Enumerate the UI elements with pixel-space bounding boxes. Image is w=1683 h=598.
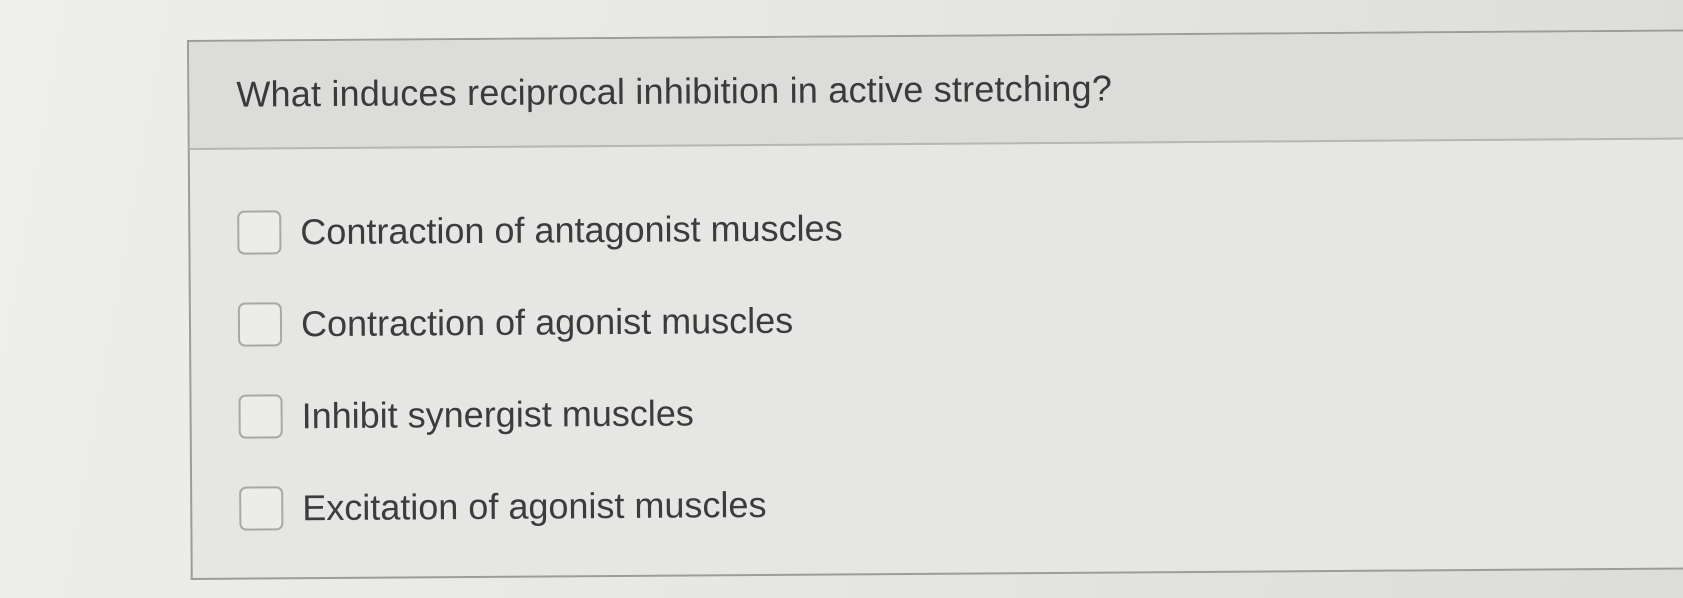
checkbox[interactable] [237, 210, 282, 255]
question-card: What induces reciprocal inhibition in ac… [187, 29, 1683, 580]
checkbox[interactable] [239, 486, 284, 531]
checkbox[interactable] [237, 302, 283, 347]
answer-option-4[interactable]: Excitation of agonist muscles [239, 476, 1683, 532]
answer-label[interactable]: Excitation of agonist muscles [302, 484, 767, 529]
question-text: What induces reciprocal inhibition in ac… [236, 67, 1113, 115]
answer-option-2[interactable]: Contraction of agonist muscles [237, 292, 1683, 348]
answer-option-3[interactable]: Inhibit synergist muscles [238, 384, 1683, 440]
checkbox[interactable] [238, 394, 283, 439]
question-header: What induces reciprocal inhibition in ac… [189, 31, 1683, 150]
answer-label[interactable]: Contraction of agonist muscles [301, 300, 794, 345]
answer-label[interactable]: Contraction of antagonist muscles [300, 207, 843, 253]
answer-list: Contraction of antagonist muscles Contra… [190, 140, 1683, 532]
answer-option-1[interactable]: Contraction of antagonist muscles [237, 200, 1683, 256]
answer-label[interactable]: Inhibit synergist muscles [301, 392, 693, 437]
